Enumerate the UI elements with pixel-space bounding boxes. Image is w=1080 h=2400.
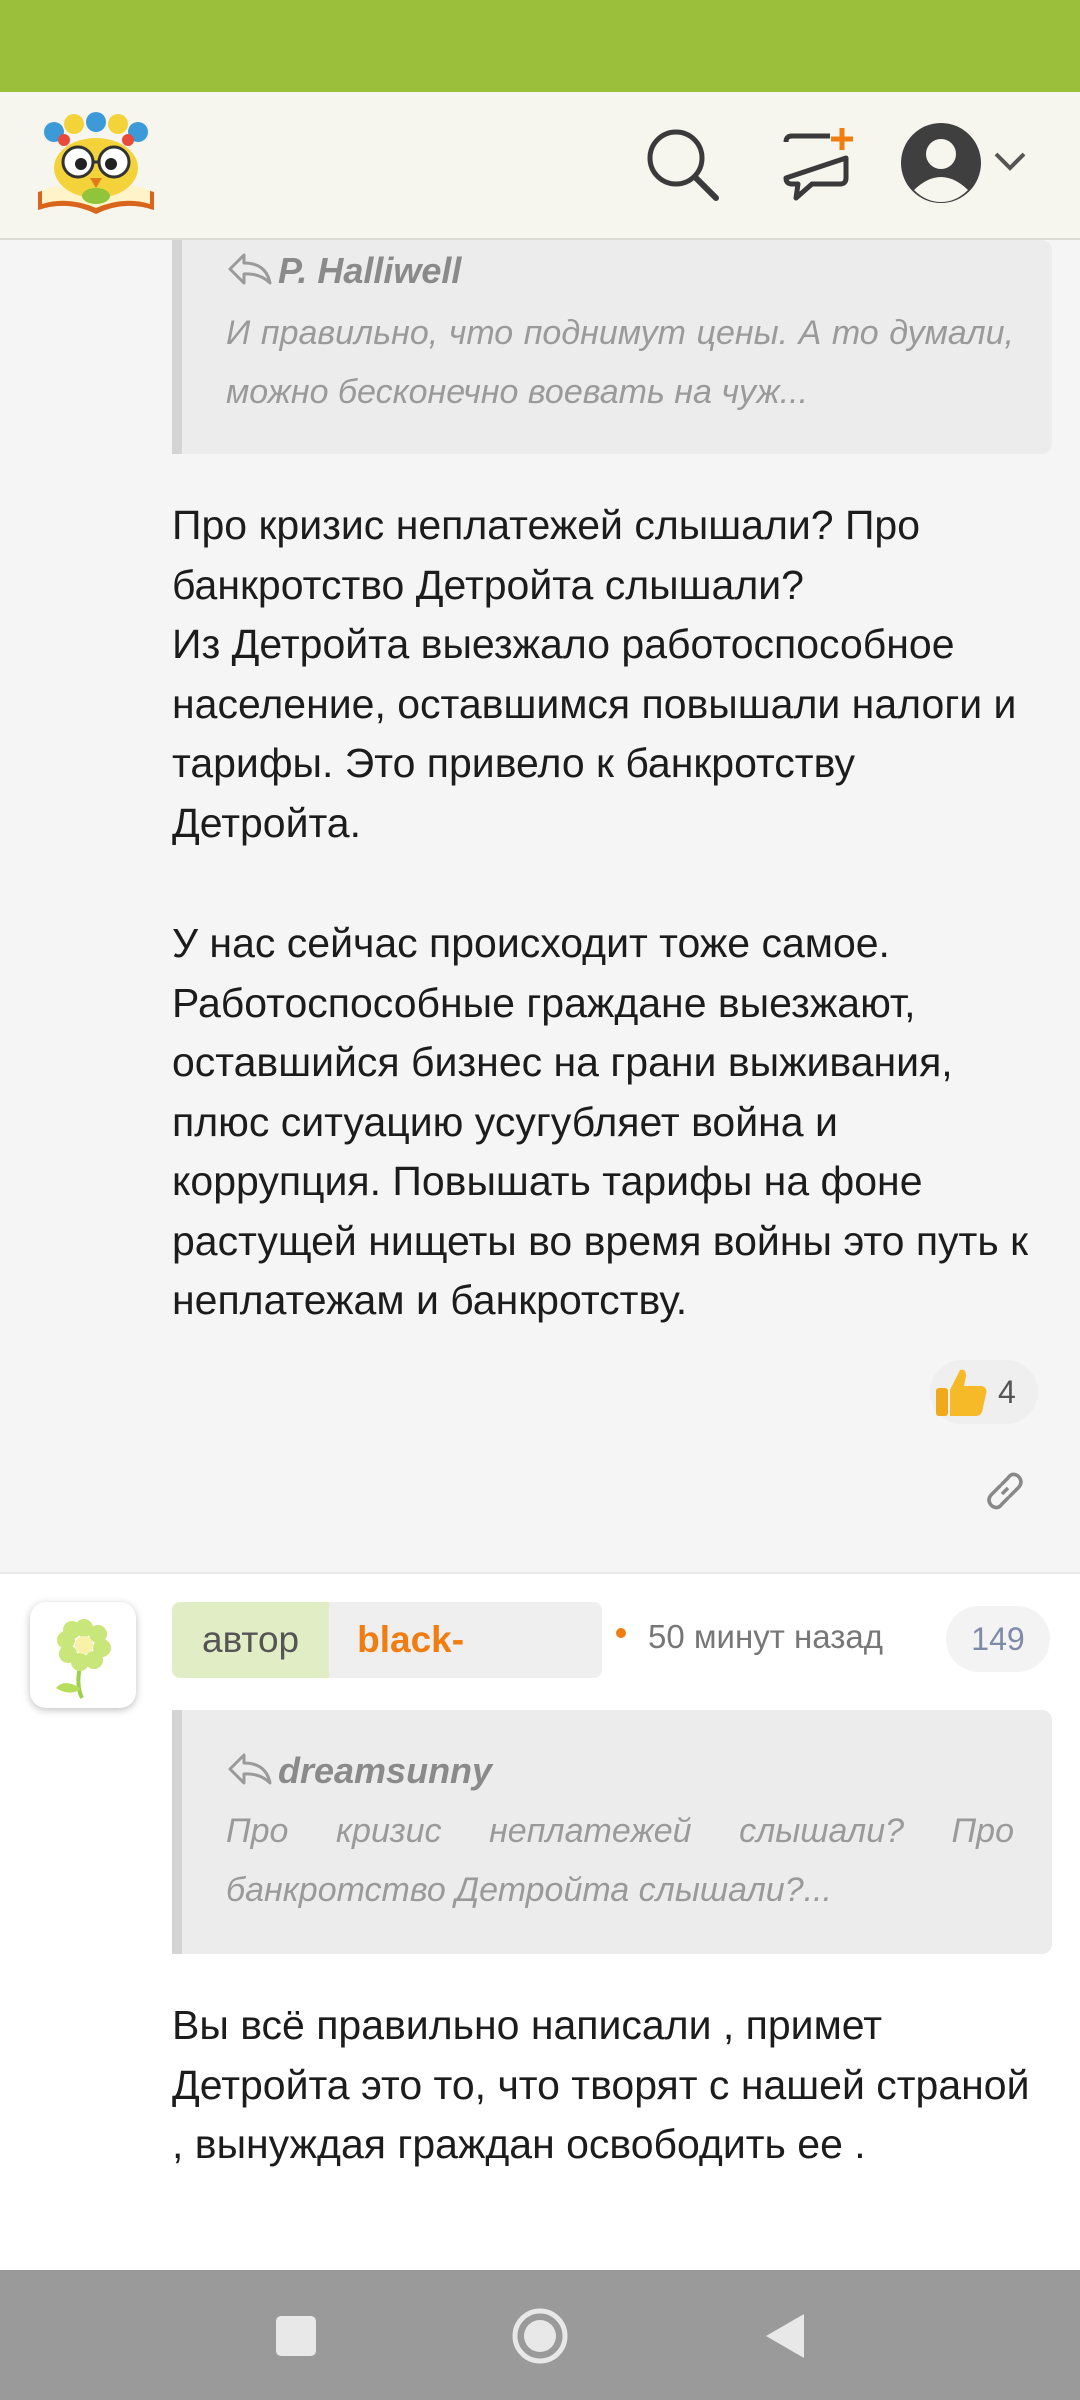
comment: P. Halliwell И правильно, что поднимут ц… <box>0 240 1080 1574</box>
like-count: 4 <box>998 1374 1016 1410</box>
comment-paragraph: Про кризис неплатежей слышали? Про банкр… <box>172 502 1017 846</box>
recents-icon[interactable] <box>266 2306 326 2366</box>
comment-time: 50 минут назад <box>648 1618 883 1655</box>
back-icon[interactable] <box>756 2306 816 2366</box>
comment-number[interactable]: 149 <box>946 1606 1050 1672</box>
link-icon[interactable] <box>982 1468 1028 1514</box>
comment-paragraph: У нас сейчас происходит тоже самое. Рабо… <box>172 920 1029 1323</box>
quote-author: dreamsunny <box>226 1750 492 1796</box>
new-message-icon[interactable] <box>776 122 860 206</box>
reply-icon <box>226 251 272 296</box>
reply-icon <box>226 1751 272 1796</box>
home-icon[interactable] <box>510 2306 570 2366</box>
online-dot <box>616 1628 626 1638</box>
navigation-bar <box>0 2270 1080 2400</box>
app-header <box>0 92 1080 240</box>
comment-text: Вы всё правильно написали , примет Детро… <box>172 2002 1030 2167</box>
quoted-reply[interactable]: P. Halliwell И правильно, что поднимут ц… <box>172 240 1052 454</box>
quote-author: P. Halliwell <box>226 250 461 296</box>
quote-text: Про кризис неплатежей слышали? Про банкр… <box>226 1812 1014 1909</box>
quote-author-name: dreamsunny <box>278 1750 493 1791</box>
quoted-reply[interactable]: dreamsunny Про кризис неплатежей слышали… <box>172 1710 1052 1954</box>
author-role: автор <box>172 1602 330 1678</box>
search-icon[interactable] <box>640 122 724 206</box>
chevron-down-icon[interactable] <box>990 142 1030 182</box>
status-bar <box>0 0 1080 92</box>
like-button[interactable]: 4 <box>930 1360 1038 1424</box>
author-badge[interactable]: автор black-opium <box>172 1602 602 1678</box>
thumbs-up-icon <box>932 1364 990 1420</box>
quote-author-name: P. Halliwell <box>278 250 462 291</box>
user-avatar-icon[interactable] <box>898 120 984 206</box>
owl-on-book-logo[interactable] <box>34 110 158 220</box>
quote-text: И правильно, что поднимут цены. А то дум… <box>226 314 1014 411</box>
comment: автор black-opium 50 минут назад 149 dre… <box>0 1574 1080 2270</box>
author-username[interactable]: black-opium <box>329 1602 602 1678</box>
user-avatar[interactable] <box>30 1602 136 1708</box>
